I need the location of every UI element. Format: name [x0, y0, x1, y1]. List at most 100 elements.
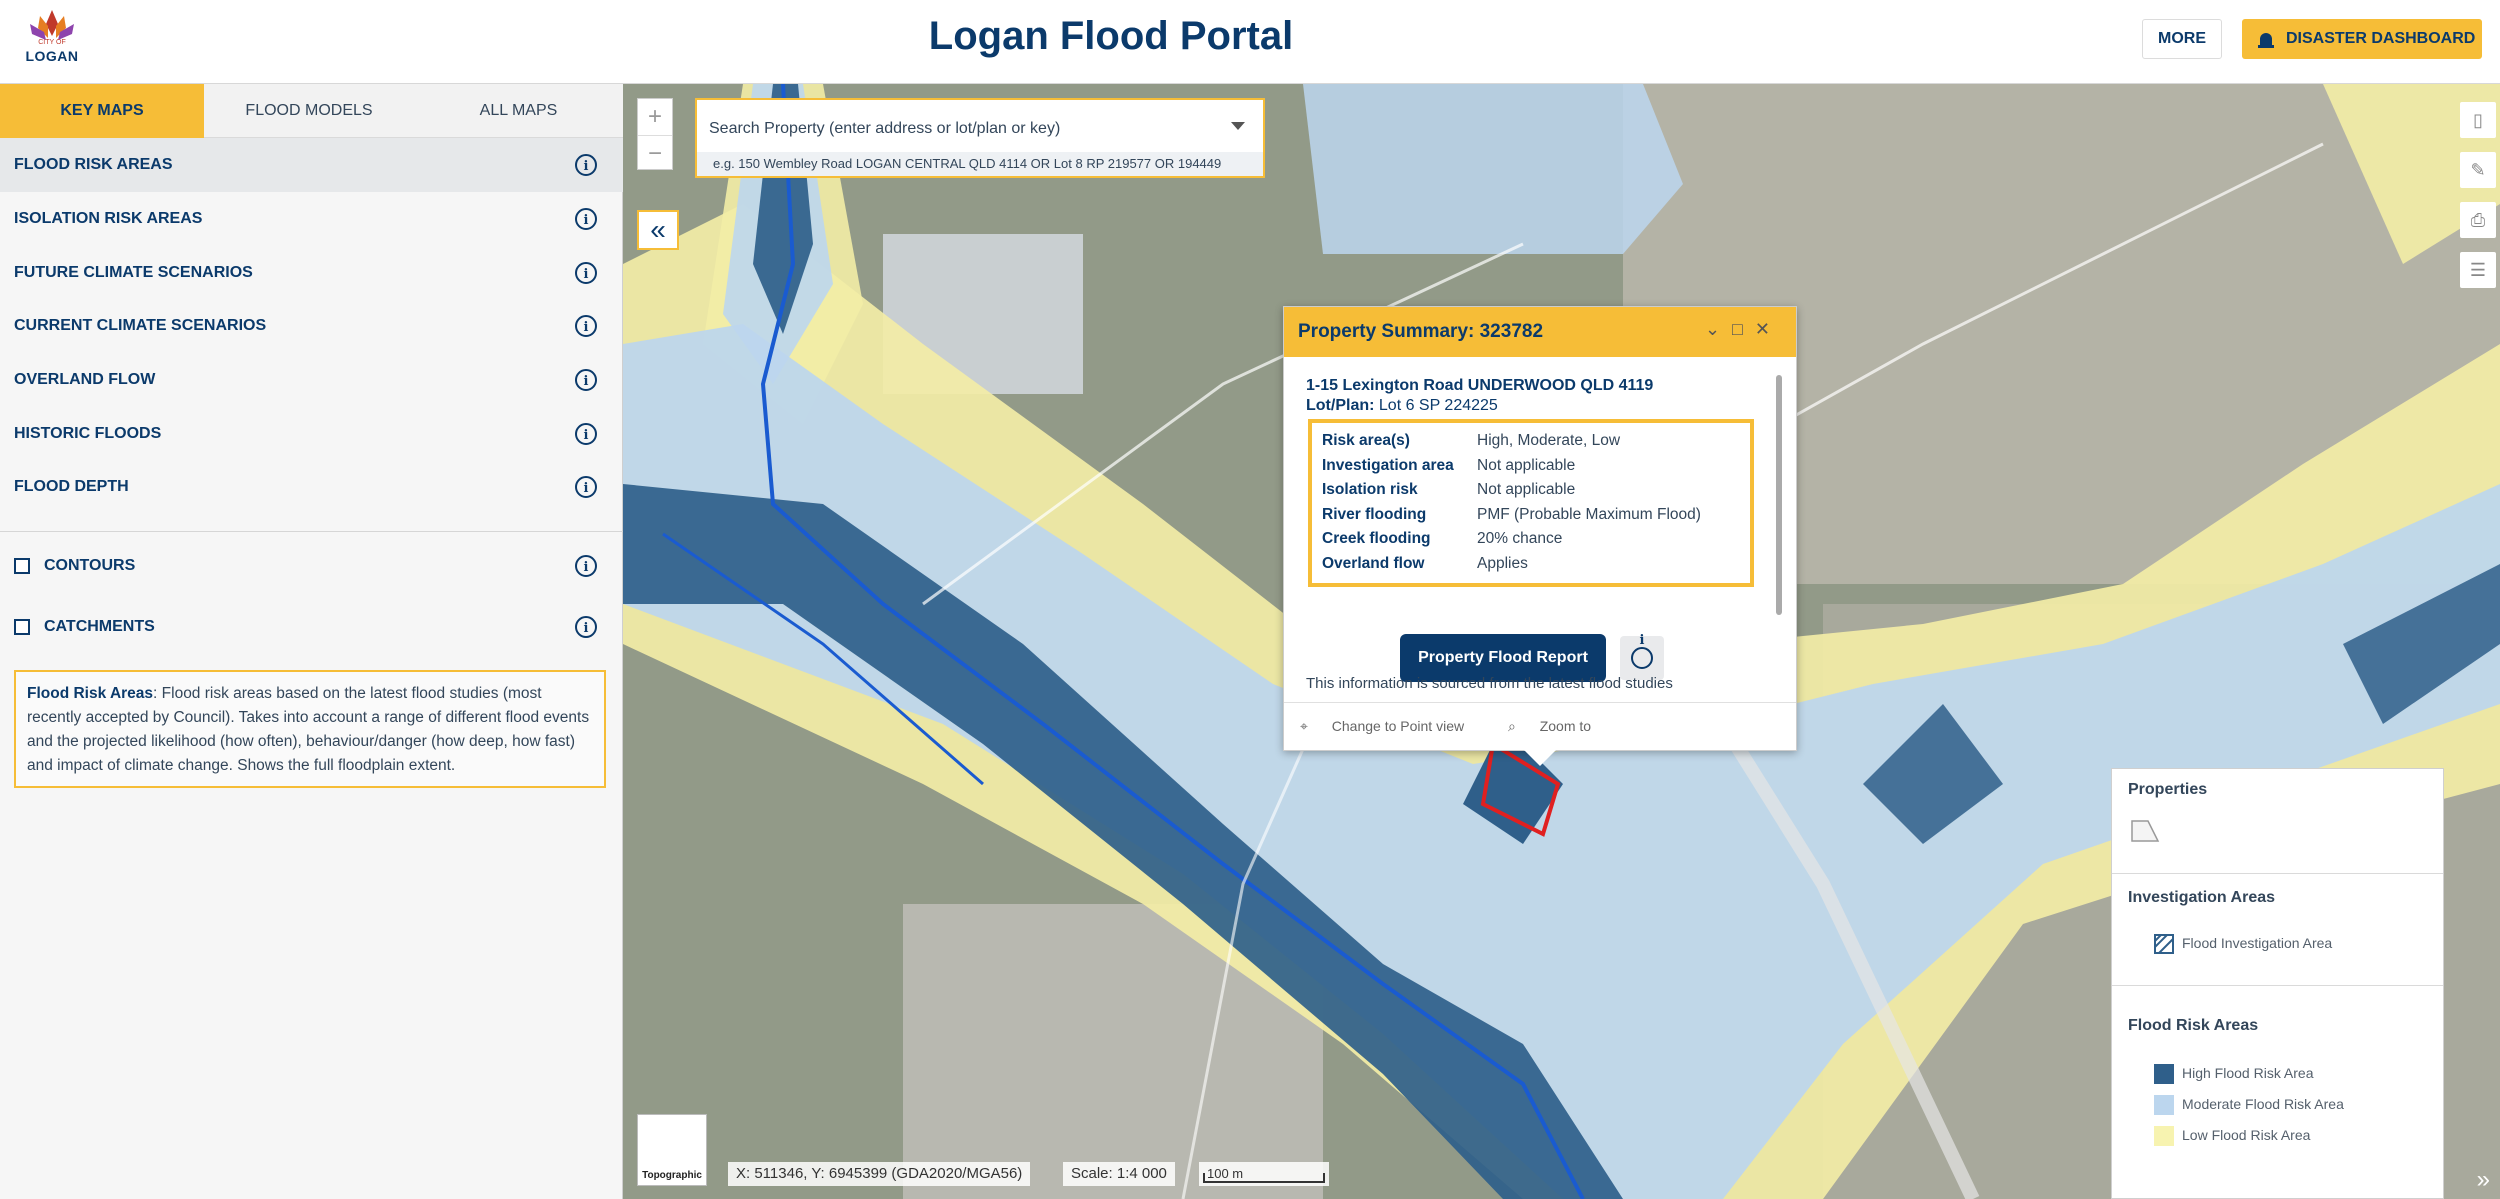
edit-icon[interactable]: ✎ — [2460, 152, 2496, 188]
tab-flood-models[interactable]: FLOOD MODELS — [204, 84, 414, 138]
risk-row: Isolation risk Not applicable — [1322, 478, 1740, 503]
report-info-button[interactable] — [1620, 633, 1664, 680]
legend-investigation-title: Investigation Areas — [2128, 889, 2276, 906]
disaster-dashboard-label: DISASTER DASHBOARD — [2286, 30, 2476, 47]
hatch-swatch-icon — [2154, 934, 2174, 954]
tab-key-maps[interactable]: KEY MAPS — [0, 84, 204, 138]
bookmark-icon[interactable]: ▯ — [2460, 102, 2496, 138]
pin-icon: ⌖ — [1300, 718, 1308, 734]
more-button[interactable]: MORE — [2142, 19, 2222, 59]
zoom-icon: ⌕ — [1507, 718, 1516, 734]
map-view[interactable]: + − « Search Property (enter address or … — [623, 84, 2500, 1199]
popup-scrollbar[interactable] — [1776, 367, 1782, 687]
divider — [2112, 985, 2443, 986]
layers-panel: KEY MAPS FLOOD MODELS ALL MAPS FLOOD RIS… — [0, 84, 623, 1199]
menu-item-label: ISOLATION RISK AREAS — [14, 210, 203, 227]
basemap-toggle[interactable]: Topographic — [637, 1114, 707, 1186]
chevron-down-icon[interactable]: ⌄ — [1705, 319, 1732, 339]
menu-item-overland-flow[interactable]: OVERLAND FLOW — [0, 353, 623, 409]
property-search: Search Property (enter address or lot/pl… — [695, 98, 1265, 178]
popup-title: Property Summary: 323782 — [1298, 321, 1544, 342]
risk-key: Overland flow — [1322, 554, 1425, 572]
property-address: 1-15 Lexington Road UNDERWOOD QLD 4119 — [1306, 377, 1654, 394]
legend-high-risk: High Flood Risk Area — [2182, 1065, 2314, 1081]
print-icon[interactable]: ⎙ — [2460, 202, 2496, 238]
search-input[interactable]: Search Property (enter address or lot/pl… — [709, 114, 1209, 144]
info-icon — [1631, 633, 1653, 669]
info-icon[interactable] — [575, 194, 597, 248]
risk-key: Risk area(s) — [1322, 432, 1410, 449]
info-icon[interactable] — [575, 409, 597, 463]
checkbox-icon[interactable] — [14, 558, 30, 574]
risk-value: Not applicable — [1477, 456, 1576, 474]
maximize-icon[interactable]: □ — [1732, 319, 1755, 339]
info-icon[interactable] — [575, 602, 597, 656]
divider — [0, 531, 623, 532]
scroll-thumb[interactable] — [1776, 375, 1782, 615]
checkbox-icon[interactable] — [14, 619, 30, 635]
alarm-icon — [2258, 33, 2274, 48]
expand-icon[interactable]: » — [2477, 1166, 2490, 1194]
zoom-controls: + − — [637, 98, 673, 170]
risk-summary-table: Risk area(s) High, Moderate, Low Investig… — [1308, 419, 1754, 587]
risk-row: Risk area(s) High, Moderate, Low — [1322, 429, 1740, 454]
chevron-down-icon[interactable] — [1231, 122, 1245, 130]
risk-key: Isolation risk — [1322, 481, 1418, 498]
collapse-panel-button[interactable]: « — [637, 210, 679, 250]
menu-item-label: FLOOD DEPTH — [14, 478, 129, 495]
risk-value: Not applicable — [1477, 481, 1576, 498]
panel-tabs: KEY MAPS FLOOD MODELS ALL MAPS — [0, 84, 623, 138]
zoom-out-button[interactable]: − — [638, 135, 672, 171]
info-icon[interactable] — [575, 301, 597, 355]
point-view-label: Change to Point view — [1331, 718, 1465, 734]
popup-controls: ⌄□✕ — [1705, 319, 1782, 340]
close-icon[interactable]: ✕ — [1755, 319, 1782, 339]
menu-item-label: FUTURE CLIMATE SCENARIOS — [14, 264, 253, 281]
legend-moderate-risk: Moderate Flood Risk Area — [2182, 1096, 2344, 1112]
layers-icon[interactable]: ☰ — [2460, 252, 2496, 288]
menu-item-flood-depth[interactable]: FLOOD DEPTH — [0, 460, 623, 516]
info-icon[interactable] — [575, 462, 597, 516]
info-icon[interactable] — [575, 355, 597, 409]
menu-item-historic-floods[interactable]: HISTORIC FLOODS — [0, 407, 623, 463]
property-outline-icon — [2131, 820, 2160, 842]
description-title: Flood Risk Areas — [27, 685, 154, 702]
risk-row: River flooding PMF (Probable Maximum Floo… — [1322, 503, 1740, 528]
risk-value: 20% chance — [1477, 530, 1563, 547]
menu-item-label: FLOOD RISK AREAS — [14, 156, 173, 173]
checkbox-contours[interactable]: CONTOURS — [0, 539, 623, 595]
info-icon[interactable] — [575, 248, 597, 302]
menu-item-label: OVERLAND FLOW — [14, 371, 156, 388]
app-header: CITY OF LOGAN Logan Flood Portal MORE DI… — [0, 0, 2500, 84]
risk-row: Overland flow Applies — [1322, 552, 1740, 577]
point-view-link[interactable]: ⌖ Change to Point view — [1300, 718, 1484, 734]
zoom-in-button[interactable]: + — [638, 99, 672, 135]
menu-item-label: HISTORIC FLOODS — [14, 425, 162, 442]
legend-risk-title: Flood Risk Areas — [2128, 1017, 2259, 1034]
checkbox-catchments[interactable]: CATCHMENTS — [0, 600, 623, 656]
scale-readout: Scale: 1:4 000 — [1063, 1162, 1175, 1186]
menu-item-current-climate[interactable]: CURRENT CLIMATE SCENARIOS — [0, 299, 623, 355]
lot-value: Lot 6 SP 224225 — [1378, 397, 1498, 414]
risk-row: Creek flooding 20% chance — [1322, 527, 1740, 552]
info-icon[interactable] — [575, 140, 597, 194]
risk-key: Investigation area — [1322, 456, 1454, 474]
risk-value: Applies — [1477, 554, 1528, 572]
checkbox-label: CATCHMENTS — [44, 618, 155, 635]
disaster-dashboard-button[interactable]: DISASTER DASHBOARD — [2242, 19, 2482, 59]
checkbox-label: CONTOURS — [44, 557, 136, 574]
zoom-to-link[interactable]: ⌕ Zoom to — [1508, 718, 1611, 734]
menu-item-flood-risk-areas[interactable]: FLOOD RISK AREAS — [0, 138, 623, 194]
popup-footer: ⌖ Change to Point view ⌕ Zoom to — [1284, 702, 1796, 750]
tab-all-maps[interactable]: ALL MAPS — [414, 84, 623, 138]
info-icon[interactable] — [575, 541, 597, 595]
map-legend: Properties Investigation Areas Flood Inv… — [2111, 768, 2444, 1199]
risk-key: Creek flooding — [1322, 530, 1431, 547]
layer-description: Flood Risk Areas: Flood risk areas based… — [14, 670, 606, 788]
menu-item-isolation-risk-areas[interactable]: ISOLATION RISK AREAS — [0, 192, 623, 248]
popup-header: Property Summary: 323782 ⌄□✕ — [1284, 307, 1796, 357]
low-risk-swatch — [2154, 1126, 2174, 1146]
menu-item-future-climate[interactable]: FUTURE CLIMATE SCENARIOS — [0, 246, 623, 302]
source-text: This information is sourced from the lat… — [1306, 675, 1673, 692]
lot-label: Lot/Plan: — [1306, 397, 1375, 414]
